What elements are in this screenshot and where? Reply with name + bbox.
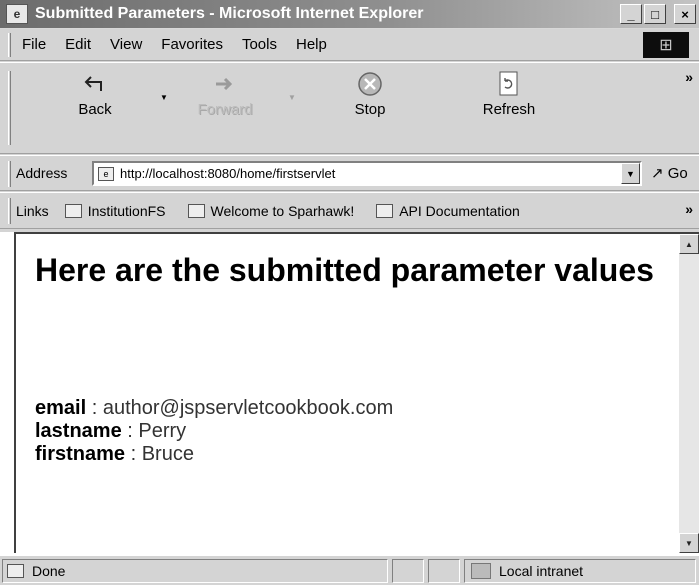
page-content: Here are the submitted parameter values … xyxy=(14,232,699,553)
status-text: Done xyxy=(32,563,66,579)
param-name: firstname xyxy=(35,443,126,465)
status-bar: Done Local intranet xyxy=(0,555,699,585)
param-row-lastname: lastname : Perry xyxy=(35,420,393,443)
address-bar: Address e http://localhost:8080/home/fir… xyxy=(0,155,699,191)
security-zone-pane: Local intranet xyxy=(464,559,696,583)
link-text: Welcome to Sparhawk! xyxy=(210,202,355,219)
status-page-icon xyxy=(7,564,24,578)
go-arrow-icon: ↗ xyxy=(651,165,664,182)
scroll-up-icon[interactable]: ▲ xyxy=(679,234,699,254)
param-value: Perry xyxy=(138,420,187,442)
toolbar-grip xyxy=(8,71,11,145)
param-separator: : xyxy=(86,397,103,419)
page-heading: Here are the submitted parameter values xyxy=(35,252,654,288)
toolbar-more-chevron-icon[interactable]: » xyxy=(685,69,693,85)
minimize-button[interactable]: _ xyxy=(620,4,642,24)
security-zone-text: Local intranet xyxy=(499,563,584,579)
go-button[interactable]: ↗ Go xyxy=(651,164,688,182)
links-grip xyxy=(8,198,11,224)
back-label: Back xyxy=(78,101,112,118)
param-value: author@jspservletcookbook.com xyxy=(102,397,394,419)
go-label: Go xyxy=(667,165,688,182)
back-dropdown-icon[interactable]: ▼ xyxy=(160,93,168,102)
links-label: Links xyxy=(16,202,49,219)
window-controls: _ □ × xyxy=(620,4,696,24)
forward-label: Forward xyxy=(197,101,253,118)
ie-page-icon: e xyxy=(6,4,28,24)
menu-tools[interactable]: Tools xyxy=(242,36,277,53)
standard-toolbar: Back ▼ Forward ▼ Stop Refresh » xyxy=(0,62,699,154)
close-button[interactable]: × xyxy=(674,4,696,24)
link-text: InstitutionFS xyxy=(87,202,166,219)
forward-button[interactable]: Forward xyxy=(190,71,260,118)
link-page-icon xyxy=(64,203,82,218)
links-bar: Links InstitutionFS Welcome to Sparhawk!… xyxy=(0,192,699,229)
stop-icon xyxy=(335,71,405,97)
link-api-documentation[interactable]: API Documentation xyxy=(376,203,520,219)
title-bar: e Submitted Parameters - Microsoft Inter… xyxy=(0,0,699,29)
window-title: Submitted Parameters - Microsoft Interne… xyxy=(35,5,424,22)
param-value: Bruce xyxy=(141,443,194,465)
windows-logo-icon: ⊞ xyxy=(643,32,689,58)
address-input[interactable]: e http://localhost:8080/home/firstservle… xyxy=(92,161,642,186)
link-institutionfs[interactable]: InstitutionFS xyxy=(64,202,166,219)
status-text-pane: Done xyxy=(2,559,388,583)
stop-button[interactable]: Stop xyxy=(335,71,405,118)
menu-help[interactable]: Help xyxy=(296,36,327,53)
menu-grip xyxy=(8,33,11,57)
scroll-down-icon[interactable]: ▼ xyxy=(679,533,699,553)
refresh-icon xyxy=(474,71,544,97)
menu-file[interactable]: File xyxy=(22,36,46,53)
stop-label: Stop xyxy=(354,101,386,118)
forward-arrow-icon xyxy=(190,71,260,97)
menu-view[interactable]: View xyxy=(110,36,142,53)
link-page-icon xyxy=(187,203,205,218)
status-pane-2 xyxy=(392,559,424,583)
page-icon: e xyxy=(98,166,114,181)
param-row-firstname: firstname : Bruce xyxy=(35,443,393,466)
menu-favorites[interactable]: Favorites xyxy=(161,36,223,53)
address-url[interactable]: http://localhost:8080/home/firstservlet xyxy=(120,166,335,181)
forward-dropdown-icon[interactable]: ▼ xyxy=(288,93,296,102)
intranet-zone-icon xyxy=(471,563,491,579)
links-more-chevron-icon[interactable]: » xyxy=(685,201,693,217)
param-name: lastname xyxy=(35,420,122,442)
refresh-button[interactable]: Refresh xyxy=(474,71,544,118)
address-dropdown-icon[interactable]: ▼ xyxy=(621,163,640,184)
vertical-scrollbar[interactable]: ▲ ▼ xyxy=(679,234,699,553)
refresh-label: Refresh xyxy=(482,101,536,118)
link-page-icon xyxy=(376,203,394,218)
status-pane-3 xyxy=(428,559,460,583)
maximize-button[interactable]: □ xyxy=(644,4,666,24)
parameter-list: email : author@jspservletcookbook.com la… xyxy=(35,397,393,466)
param-row-email: email : author@jspservletcookbook.com xyxy=(35,397,393,420)
link-text: API Documentation xyxy=(399,202,520,219)
link-welcome-sparhawk[interactable]: Welcome to Sparhawk! xyxy=(187,202,355,219)
param-name: email xyxy=(35,397,87,419)
address-label: Address xyxy=(16,165,68,181)
back-button[interactable]: Back xyxy=(60,71,130,118)
menu-bar: File Edit View Favorites Tools Help ⊞ xyxy=(0,29,699,61)
param-separator: : xyxy=(121,420,139,442)
param-separator: : xyxy=(125,443,142,465)
address-grip xyxy=(8,161,11,187)
back-arrow-icon xyxy=(60,71,130,97)
menu-edit[interactable]: Edit xyxy=(65,36,91,53)
